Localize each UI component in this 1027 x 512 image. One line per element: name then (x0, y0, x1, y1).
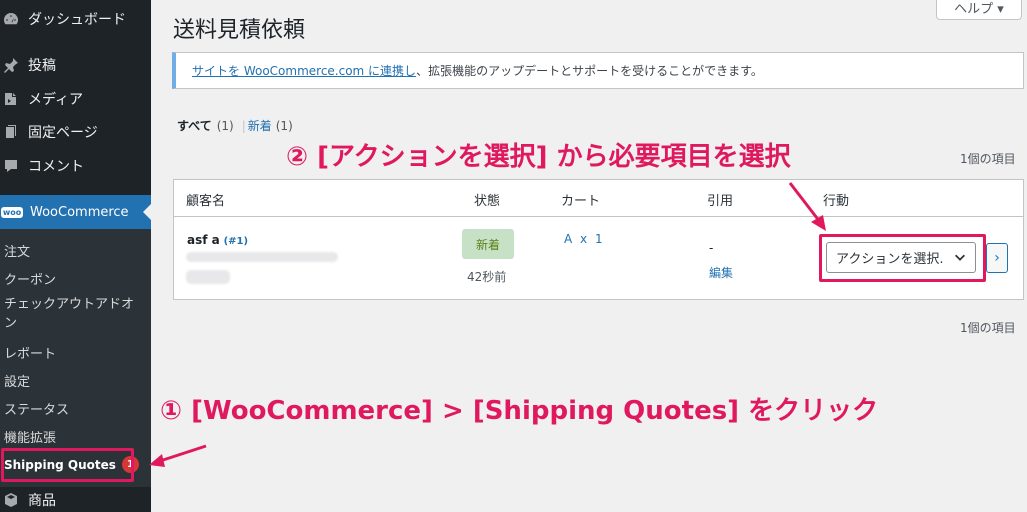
sidebar-item-dashboard[interactable]: ダッシュボード (0, 9, 151, 29)
status-filters: すべて (1) | 新着 (1) (177, 117, 293, 134)
customer-cell: asf a (#1) (187, 233, 248, 247)
submenu-item-settings[interactable]: 設定 (4, 371, 30, 390)
media-icon (2, 90, 20, 108)
pin-icon (2, 56, 20, 74)
help-tab-button[interactable]: ヘルプ ▾ (936, 0, 1022, 20)
page-title: 送料見積依頼 (173, 18, 306, 43)
sidebar-item-media[interactable]: メディア (0, 89, 151, 109)
sidebar-item-label: 商品 (28, 492, 56, 509)
filter-all[interactable]: すべて (177, 117, 212, 134)
sidebar-item-comments[interactable]: コメント (0, 156, 151, 176)
highlight-box-action-select (819, 234, 986, 282)
apply-action-button[interactable]: › (986, 243, 1008, 273)
item-count-top: 1個の項目 (960, 152, 1016, 166)
box-icon (2, 491, 20, 509)
col-cart: カート (561, 194, 601, 209)
sidebar-item-label: 投稿 (28, 58, 56, 74)
admin-sidebar: ダッシュボード 投稿 メディア 固定ページ コメント woo WooCommer… (0, 0, 151, 512)
sidebar-item-posts[interactable]: 投稿 (0, 55, 151, 75)
submenu-item-coupons[interactable]: クーポン (4, 269, 56, 288)
submenu-item-orders[interactable]: 注文 (4, 241, 30, 260)
redacted-detail (186, 270, 230, 284)
col-quote: 引用 (707, 194, 734, 209)
col-customer[interactable]: 顧客名 (186, 190, 225, 209)
col-status: 状態 (474, 194, 501, 209)
current-menu-arrow (143, 204, 151, 220)
connect-link[interactable]: サイトを WooCommerce.com に連携し (192, 62, 416, 79)
filter-all-count: (1) (216, 118, 234, 133)
submenu-item-status[interactable]: ステータス (4, 399, 69, 418)
sidebar-item-label: WooCommerce (30, 204, 129, 220)
sidebar-item-pages[interactable]: 固定ページ (0, 122, 151, 142)
redacted-email (186, 252, 338, 262)
dashboard-icon (2, 10, 20, 28)
filter-new-count: (1) (275, 118, 293, 133)
sidebar-item-label: 固定ページ (28, 125, 98, 141)
woo-icon: woo (0, 206, 24, 218)
annotation-step-1: ① [WooCommerce] > [Shipping Quotes] をクリッ… (160, 396, 879, 426)
customer-id[interactable]: (#1) (224, 236, 248, 247)
sidebar-item-products[interactable]: 商品 (0, 487, 151, 512)
filter-separator: | (241, 118, 246, 133)
sidebar-item-woocommerce[interactable]: woo WooCommerce (0, 195, 151, 229)
filter-new[interactable]: 新着 (248, 117, 272, 134)
cart-item-link[interactable]: A x 1 (564, 232, 605, 246)
submenu-item-reports[interactable]: レポート (4, 343, 56, 362)
time-ago: 42秒前 (467, 270, 507, 284)
edit-link[interactable]: 編集 (709, 264, 733, 281)
sidebar-item-label: メディア (28, 92, 84, 108)
page-icon (2, 123, 20, 141)
annotation-step-2: ② [アクションを選択] から必要項目を選択 (286, 142, 791, 172)
sidebar-item-label: ダッシュボード (28, 12, 126, 28)
sidebar-item-label: コメント (28, 159, 84, 175)
submenu-item-extensions[interactable]: 機能拡張 (4, 427, 56, 446)
highlight-box-shipping-quotes (1, 448, 134, 482)
quote-value: - (709, 241, 714, 255)
col-action: 行動 (823, 194, 850, 209)
comment-icon (2, 157, 20, 175)
table-header: 顧客名 状態 カート 引用 行動 (174, 180, 1023, 217)
customer-name[interactable]: asf a (187, 233, 220, 247)
submenu-item-checkout-addons[interactable]: チェックアウトアドオン (4, 295, 144, 333)
status-badge: 新着 (462, 229, 514, 259)
connect-notice: サイトを WooCommerce.com に連携し 、拡張機能のアップデートとサ… (172, 52, 1024, 89)
item-count-bottom: 1個の項目 (960, 321, 1016, 335)
arrow-to-shipping-quotes (149, 444, 207, 467)
notice-text: 、拡張機能のアップデートとサポートを受けることができます。 (416, 64, 763, 78)
